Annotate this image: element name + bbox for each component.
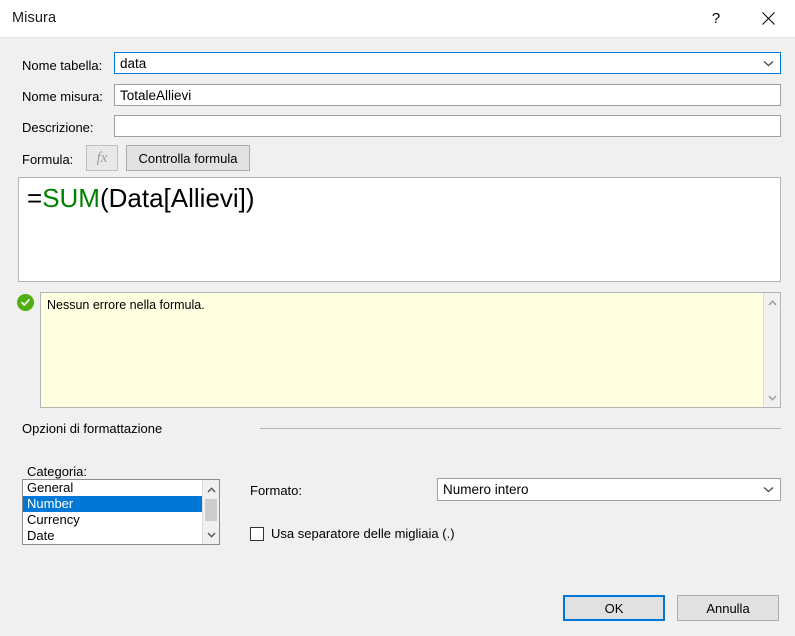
formula-token-function: SUM — [42, 183, 100, 213]
category-list-item[interactable]: Currency — [23, 512, 219, 528]
measure-name-label: Nome misura: — [22, 89, 103, 104]
table-name-value: data — [120, 55, 147, 71]
formula-editor[interactable]: =SUM(Data[Allievi]) — [18, 177, 781, 282]
format-dropdown[interactable]: Numero intero — [437, 478, 781, 501]
description-input[interactable] — [114, 115, 781, 137]
category-scrollbar[interactable] — [202, 480, 219, 544]
formula-label: Formula: — [22, 152, 74, 167]
measure-name-value: TotaleAllievi — [120, 87, 192, 103]
measure-name-input[interactable]: TotaleAllievi — [114, 84, 781, 106]
dialog-titlebar: Misura ? — [0, 0, 795, 38]
validation-message-text: Nessun errore nella formula. — [47, 298, 205, 312]
check-formula-button[interactable]: Controlla formula — [126, 145, 250, 171]
validation-message-box: Nessun errore nella formula. — [40, 292, 781, 408]
category-listbox[interactable]: General Number Currency Date — [22, 479, 220, 545]
table-name-combobox[interactable]: data — [114, 52, 781, 74]
formatting-options-group-label: Opzioni di formattazione — [22, 421, 163, 436]
ok-button[interactable]: OK — [563, 595, 665, 621]
validation-scrollbar[interactable] — [763, 293, 780, 407]
formula-token-arguments: (Data[Allievi]) — [99, 183, 255, 213]
scroll-up-icon[interactable] — [203, 481, 219, 498]
fx-icon: fx — [96, 149, 108, 166]
thousands-separator-label: Usa separatore delle migliaia (.) — [271, 526, 455, 541]
formula-text: =SUM(Data[Allievi]) — [27, 183, 772, 214]
thousands-separator-checkbox[interactable] — [250, 526, 264, 541]
cancel-button[interactable]: Annulla — [677, 595, 779, 621]
scroll-down-icon[interactable] — [764, 389, 780, 406]
scrollbar-thumb[interactable] — [205, 499, 217, 521]
insert-function-button[interactable]: fx — [86, 145, 118, 171]
chevron-down-icon[interactable] — [756, 479, 780, 500]
category-list-item[interactable]: General — [23, 480, 219, 496]
thousands-separator-checkbox-row[interactable]: Usa separatore delle migliaia (.) — [250, 526, 455, 541]
check-circle-icon — [17, 294, 34, 311]
category-list-item[interactable]: Number — [23, 496, 203, 512]
category-label: Categoria: — [27, 464, 87, 479]
format-label: Formato: — [250, 483, 303, 498]
close-button[interactable] — [745, 0, 791, 37]
group-divider — [260, 428, 781, 429]
scroll-down-icon[interactable] — [203, 526, 219, 543]
scroll-up-icon[interactable] — [764, 294, 780, 311]
table-name-label: Nome tabella: — [22, 58, 103, 73]
close-icon — [761, 12, 775, 25]
format-value: Numero intero — [443, 482, 529, 497]
dialog-title: Misura — [12, 10, 57, 26]
question-mark-icon: ? — [711, 10, 721, 27]
formula-token-equals: = — [27, 183, 43, 213]
category-list-item[interactable]: Date — [23, 528, 219, 544]
help-button[interactable]: ? — [693, 0, 739, 37]
description-label: Descrizione: — [22, 120, 94, 135]
chevron-down-icon[interactable] — [756, 53, 780, 73]
